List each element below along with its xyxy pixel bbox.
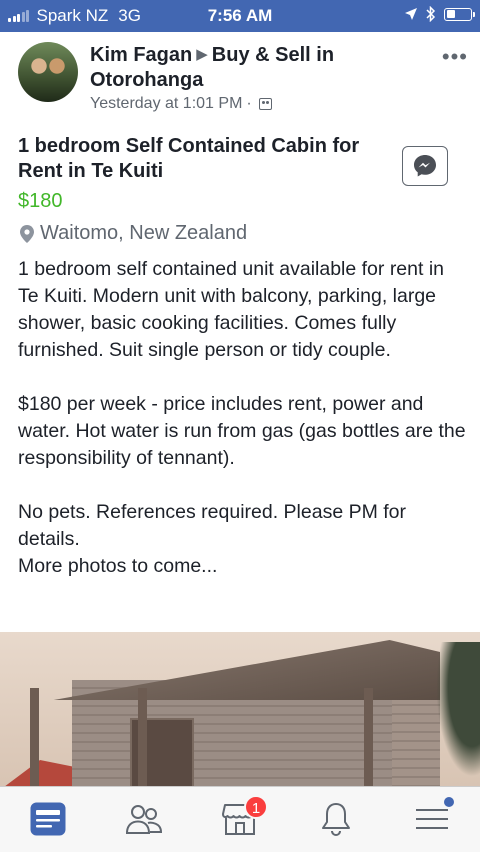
- messenger-icon: [414, 155, 436, 177]
- tab-friends[interactable]: [124, 799, 164, 839]
- post-meta: Yesterday at 1:01 PM ·: [90, 95, 272, 113]
- group-audience-icon: [258, 98, 272, 110]
- tab-news-feed[interactable]: [28, 799, 68, 839]
- battery-icon: [444, 7, 475, 21]
- post-timestamp[interactable]: Yesterday at 1:01 PM: [90, 95, 242, 113]
- post-header: Kim Fagan ▶ Buy & Sell in Otorohanga Yeste…: [18, 40, 468, 120]
- description-paragraph: 1 bedroom self contained unit available …: [18, 258, 445, 361]
- tab-marketplace[interactable]: 1: [220, 795, 268, 839]
- tab-menu[interactable]: [412, 797, 454, 839]
- notifications-icon: [322, 803, 350, 837]
- listing-photo[interactable]: [0, 632, 480, 788]
- triangle-right-icon: ▶: [196, 46, 208, 63]
- listing-location: Waitomo, New Zealand: [20, 222, 247, 245]
- menu-notification-dot: [444, 797, 454, 807]
- author-and-group: Kim Fagan ▶ Buy & Sell in Otorohanga: [90, 42, 420, 93]
- marketplace-badge: 1: [244, 795, 268, 819]
- author-avatar[interactable]: [18, 42, 78, 102]
- location-text: Waitomo, New Zealand: [40, 222, 248, 244]
- description-paragraph: No pets. References required. Please PM …: [18, 501, 407, 550]
- location-pin-icon: [20, 224, 34, 243]
- listing-price: $180: [18, 190, 63, 212]
- location-arrow-icon: [405, 8, 417, 20]
- menu-icon: [416, 809, 448, 829]
- tab-notifications[interactable]: [316, 799, 356, 839]
- news-feed-icon: [30, 802, 66, 836]
- friends-icon: [125, 805, 163, 834]
- description-paragraph: More photos to come...: [18, 555, 218, 577]
- listing-title: 1 bedroom Self Contained Cabin for Rent …: [18, 135, 360, 182]
- more-options-button[interactable]: •••: [442, 44, 468, 70]
- bluetooth-icon: [426, 6, 436, 22]
- bottom-tab-bar: 1: [0, 786, 480, 852]
- status-bar: Spark NZ 3G 7:56 AM: [0, 0, 480, 32]
- message-seller-button[interactable]: [402, 146, 448, 186]
- author-name[interactable]: Kim Fagan: [90, 44, 192, 66]
- listing-description: 1 bedroom self contained unit available …: [18, 256, 468, 580]
- meta-separator: ·: [246, 95, 252, 112]
- status-icons: [404, 6, 475, 22]
- description-paragraph: $180 per week - price includes rent, pow…: [18, 393, 466, 469]
